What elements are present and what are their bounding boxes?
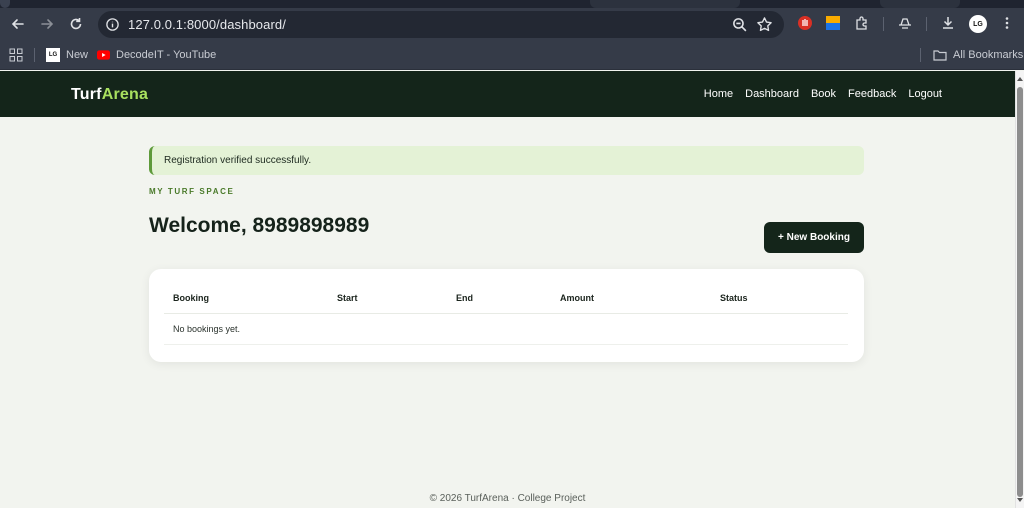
nav-feedback-link[interactable]: Feedback — [848, 88, 896, 100]
bookmark-new[interactable]: LG New — [46, 47, 88, 63]
zoom-icon[interactable] — [731, 16, 748, 33]
site-navbar: TurfArena Home Dashboard Book Feedback L… — [0, 71, 1015, 117]
bookmarks-divider — [920, 48, 921, 62]
extension-colorful-icon[interactable] — [824, 14, 842, 32]
bookings-card: Booking Start End Amount Status No booki… — [149, 269, 864, 362]
toolbar-divider — [883, 17, 884, 31]
alert-message: Registration verified successfully. — [164, 155, 312, 166]
url-text[interactable]: 127.0.0.1:8000/dashboard/ — [128, 17, 286, 32]
brand-logo[interactable]: TurfArena — [71, 86, 148, 104]
brand-accent: Arena — [101, 86, 149, 103]
folder-icon — [933, 48, 947, 62]
page-footer: © 2026 TurfArena · College Project — [429, 493, 586, 504]
extension-red-icon[interactable] — [796, 14, 814, 32]
reload-button[interactable] — [64, 12, 88, 36]
brand-primary: Turf — [71, 86, 102, 103]
menu-icon[interactable] — [998, 14, 1016, 32]
column-header-status: Status — [720, 293, 748, 303]
page-scrollbar[interactable] — [1015, 71, 1024, 508]
nav-book-link[interactable]: Book — [811, 88, 836, 100]
browser-toolbar: 127.0.0.1:8000/dashboard/ LG — [0, 8, 1024, 40]
all-bookmarks-label: All Bookmarks — [953, 49, 1024, 61]
arrow-right-icon — [41, 19, 54, 29]
bookmark-decodeit-youtube[interactable]: DecodeIT - YouTube — [96, 47, 216, 63]
section-eyebrow: MY TURF SPACE — [149, 187, 235, 196]
table-row: No bookings yet. — [164, 314, 848, 345]
reload-icon — [70, 18, 82, 30]
star-icon[interactable] — [756, 16, 773, 33]
nav-dashboard-link[interactable]: Dashboard — [745, 88, 799, 100]
bookmark-label: DecodeIT - YouTube — [116, 49, 217, 61]
table-header: Booking Start End Amount Status — [164, 287, 848, 314]
all-bookmarks[interactable]: All Bookmarks — [933, 47, 1023, 63]
extensions-puzzle-icon[interactable] — [853, 14, 871, 32]
empty-state-message: No bookings yet. — [173, 324, 241, 334]
tab-strip — [0, 0, 1024, 8]
apps-grid-icon[interactable] — [9, 47, 23, 63]
new-booking-button[interactable]: + New Booking — [764, 222, 864, 253]
nav-home-link[interactable]: Home — [704, 88, 733, 100]
profile-avatar[interactable]: LG — [969, 15, 987, 33]
tab[interactable] — [880, 0, 960, 8]
page-title: Welcome, 8989898989 — [149, 214, 370, 237]
column-header-end: End — [456, 293, 473, 303]
column-header-amount: Amount — [560, 293, 594, 303]
scrollbar-thumb[interactable] — [1017, 87, 1023, 497]
bookings-table: Booking Start End Amount Status No booki… — [164, 287, 848, 345]
performance-icon[interactable] — [896, 14, 914, 32]
download-icon[interactable] — [939, 14, 957, 32]
youtube-icon — [96, 48, 110, 62]
forward-button[interactable] — [35, 12, 59, 36]
tab[interactable] — [590, 0, 740, 8]
bookmarks-bar: LG New DecodeIT - YouTube All Bookmarks — [0, 40, 1024, 70]
address-bar[interactable]: 127.0.0.1:8000/dashboard/ — [98, 11, 784, 38]
back-button[interactable] — [6, 12, 30, 36]
bookmark-label: New — [66, 49, 89, 61]
nav-links: Home Dashboard Book Feedback Logout — [704, 88, 942, 100]
lg-logo-icon: LG — [46, 48, 60, 62]
site-info-icon[interactable] — [105, 17, 120, 32]
column-header-start: Start — [337, 293, 358, 303]
tab[interactable] — [0, 0, 10, 8]
success-alert: Registration verified successfully. — [149, 146, 864, 175]
toolbar-divider — [926, 17, 927, 31]
scroll-down-arrow-icon[interactable] — [1017, 498, 1023, 502]
scroll-up-arrow-icon[interactable] — [1017, 77, 1023, 81]
column-header-booking: Booking — [173, 293, 209, 303]
page-viewport: TurfArena Home Dashboard Book Feedback L… — [0, 71, 1015, 508]
arrow-left-icon — [11, 19, 24, 29]
nav-logout-link[interactable]: Logout — [908, 88, 942, 100]
bookmarks-divider — [34, 48, 35, 62]
